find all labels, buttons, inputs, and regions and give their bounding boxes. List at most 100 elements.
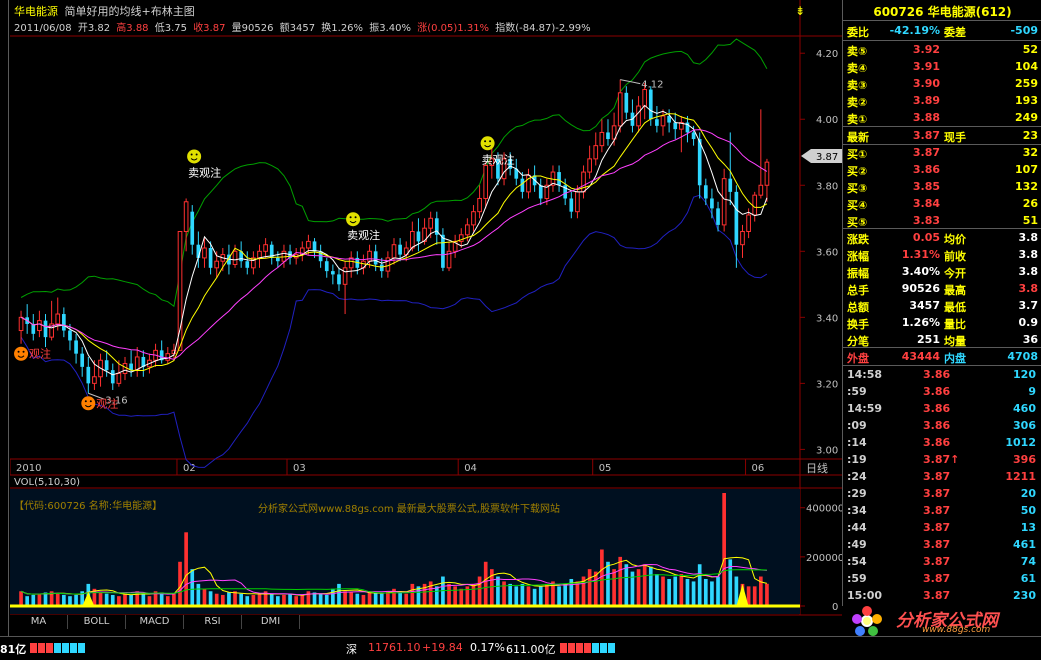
volume-bar bbox=[172, 593, 176, 606]
tick-volume: 9 bbox=[1028, 385, 1036, 398]
price-tick-label: 3.80 bbox=[816, 181, 838, 192]
volume-bar bbox=[227, 592, 231, 606]
volume-bar bbox=[734, 576, 739, 606]
bid-row: 买① 3.87 32 bbox=[843, 144, 1041, 161]
candle-body bbox=[721, 178, 727, 226]
buy-smiley-icon-eye bbox=[22, 350, 25, 353]
stat-label-2: 今开 bbox=[944, 267, 966, 280]
lower-band-line bbox=[20, 194, 768, 468]
candle-body bbox=[581, 171, 586, 193]
candle-body bbox=[655, 119, 659, 126]
period-label[interactable]: 日线 bbox=[806, 460, 828, 476]
stat-value: 0.05 bbox=[912, 231, 940, 244]
tick-row: :24 3.87 1211 bbox=[843, 468, 1041, 485]
volume-bar bbox=[184, 532, 188, 606]
ask-row-price: 3.90 bbox=[912, 77, 940, 90]
tab-dmi[interactable]: DMI bbox=[242, 615, 300, 629]
volume-bar bbox=[667, 578, 671, 606]
tab-macd[interactable]: MACD bbox=[126, 615, 184, 629]
bid-row-volume: 132 bbox=[1015, 180, 1038, 193]
stat-value-2: 3.8 bbox=[1018, 265, 1039, 278]
candle-body bbox=[477, 197, 482, 213]
time-tick-label: 04 bbox=[464, 463, 477, 474]
bid-row-volume: 107 bbox=[1015, 163, 1038, 176]
hand-value: 23 bbox=[1022, 129, 1038, 142]
tick-volume: 74 bbox=[1020, 555, 1036, 568]
volume-bar bbox=[710, 581, 714, 606]
price-tick-label: 4.20 bbox=[816, 49, 838, 60]
volume-bar bbox=[752, 586, 757, 606]
volume-bar bbox=[526, 586, 531, 606]
candle-body bbox=[214, 260, 220, 269]
buy-label: 观注 bbox=[96, 396, 118, 410]
volume-bar bbox=[434, 586, 439, 606]
quote-summary: 2011/06/08 开3.82 高3.88 低3.75 收3.87 量9052… bbox=[14, 19, 594, 34]
volume-bar bbox=[471, 583, 476, 606]
tick-row: :44 3.87 13 bbox=[843, 519, 1041, 536]
volume-bar bbox=[312, 592, 317, 606]
price-chart[interactable]: 4.204.003.803.603.403.203.00 2010 02 03 04 0… bbox=[10, 0, 842, 636]
bid-row: 买③ 3.85 132 bbox=[843, 178, 1041, 195]
candle-body bbox=[92, 376, 97, 384]
stat-label: 涨幅 bbox=[847, 250, 869, 263]
ask-row-label: 卖④ bbox=[847, 62, 868, 75]
stat-label-2: 最高 bbox=[944, 284, 966, 297]
ask-row-price: 3.91 bbox=[912, 60, 940, 73]
buy-smiley-icon bbox=[14, 346, 29, 361]
candle-body bbox=[557, 172, 561, 186]
tick-time: :44 bbox=[847, 521, 867, 534]
volume-bar bbox=[673, 576, 678, 606]
time-tick-label: 05 bbox=[599, 463, 612, 474]
volume-bar bbox=[600, 549, 604, 606]
formula-name: 简单好用的均线+布林主图 bbox=[64, 5, 195, 18]
bid-row-price: 3.86 bbox=[912, 163, 940, 176]
candle-body bbox=[710, 198, 714, 209]
candle-body bbox=[569, 198, 574, 212]
tick-row: :14 3.86 1012 bbox=[843, 434, 1041, 451]
bid-row-label: 买④ bbox=[847, 199, 868, 212]
quote-turnover: 换1.26% bbox=[321, 23, 364, 34]
candle-body bbox=[599, 131, 605, 147]
tick-volume: 1211 bbox=[1005, 470, 1036, 483]
ask-row-volume: 52 bbox=[1022, 43, 1038, 56]
candle-body bbox=[398, 244, 402, 255]
volume-bar bbox=[441, 576, 445, 606]
tab-ma[interactable]: MA bbox=[10, 615, 68, 629]
candle-body bbox=[43, 320, 48, 338]
volume-bar bbox=[367, 591, 372, 606]
candle-body bbox=[80, 353, 85, 367]
tick-row: 14:58 3.86 120 bbox=[843, 366, 1041, 383]
tab-boll[interactable]: BOLL bbox=[68, 615, 126, 629]
volume-bar bbox=[765, 583, 769, 606]
stat-row: 总手 90526 最高 3.8 bbox=[843, 280, 1041, 297]
tick-price: 3.87 bbox=[923, 487, 951, 500]
time-tick-label: 06 bbox=[752, 463, 765, 474]
volume-bar bbox=[55, 593, 60, 606]
chart-title: 华电能源 简单好用的均线+布林主图 bbox=[14, 3, 198, 18]
price-tick-label: 3.20 bbox=[816, 379, 838, 390]
volume-bar bbox=[202, 588, 207, 606]
candle-body bbox=[391, 244, 397, 259]
stat-value: 251 bbox=[917, 333, 940, 346]
pin-icon[interactable]: ⇟ bbox=[795, 4, 807, 18]
stat-label-2: 量比 bbox=[944, 318, 966, 331]
app-window: 4.20 4.00 3.80 3.60 3.40 3.20 3.00 2010 02 03 04 0… bbox=[0, 0, 1041, 660]
candle-body bbox=[758, 184, 764, 196]
tick-volume: 61 bbox=[1020, 572, 1036, 585]
high-label: 4.12 bbox=[641, 80, 663, 91]
volume-bar bbox=[404, 593, 409, 606]
candle-body bbox=[263, 244, 268, 252]
volume-tick-label: 400000 bbox=[806, 504, 842, 515]
tick-price: 3.87 bbox=[923, 538, 951, 551]
volume-bar bbox=[331, 588, 335, 606]
indicator-tabs: MA BOLL MACD RSI DMI bbox=[10, 615, 800, 629]
tab-rsi[interactable]: RSI bbox=[184, 615, 242, 629]
last-value: 3.87 bbox=[912, 129, 940, 142]
tick-price: 3.86 bbox=[923, 436, 951, 449]
volume-bar bbox=[110, 594, 115, 606]
volume-bar bbox=[233, 591, 237, 606]
volume-bar bbox=[355, 593, 360, 606]
sell-smiley-icon-eye bbox=[489, 140, 492, 143]
tick-time: 15:00 bbox=[847, 589, 883, 602]
tick-row: 14:59 3.86 460 bbox=[843, 400, 1041, 417]
